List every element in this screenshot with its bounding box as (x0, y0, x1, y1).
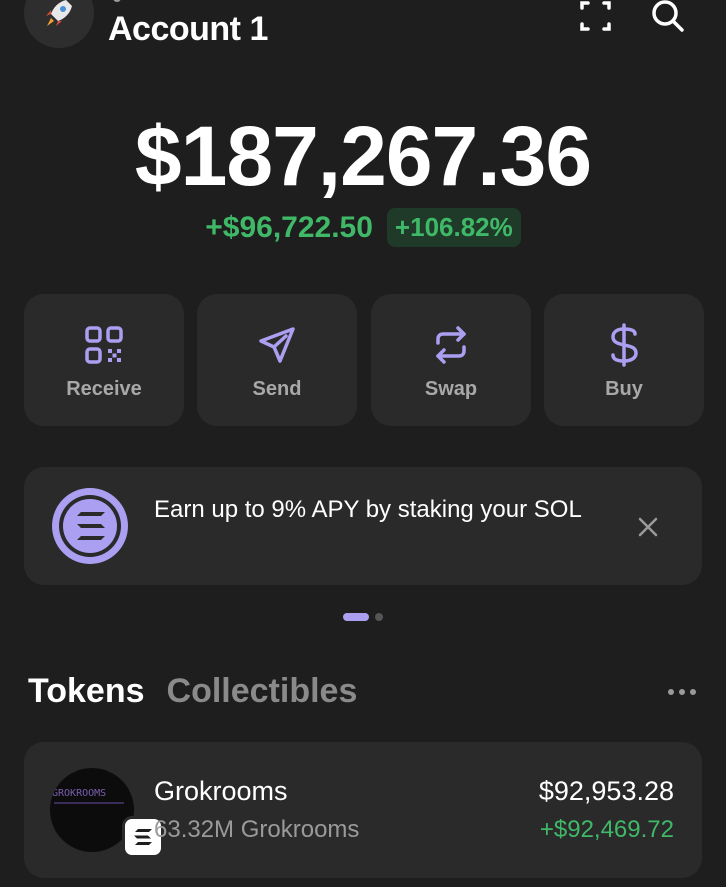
receive-label: Receive (66, 378, 142, 400)
tab-collectibles[interactable]: Collectibles (167, 672, 358, 711)
header: Account 1 (0, 0, 726, 70)
balance-change-percent-badge: +106.82% (386, 208, 521, 247)
carousel-pagination[interactable] (343, 613, 383, 621)
staking-promo-card[interactable]: Earn up to 9% APY by staking your SOL (24, 467, 702, 585)
token-name: Grokrooms (154, 776, 288, 806)
account-avatar[interactable] (24, 0, 94, 48)
swap-icon (428, 322, 474, 368)
action-buttons: Receive Send Swap Buy (24, 294, 704, 426)
tab-tokens[interactable]: Tokens (28, 672, 145, 711)
swap-label: Swap (424, 378, 478, 400)
balance-change-row: +$96,722.50 +106.82% (0, 208, 726, 247)
buy-label: Buy (605, 378, 643, 400)
token-row[interactable]: GROKROOMS Grokrooms 63.32M Grokrooms $92… (24, 742, 702, 878)
send-label: Send (252, 378, 302, 400)
buy-button[interactable]: Buy (544, 294, 704, 426)
solana-icon (50, 486, 130, 566)
close-icon[interactable] (632, 511, 664, 543)
carousel-dot[interactable] (375, 613, 383, 621)
more-dot-icon (690, 689, 696, 695)
send-icon (254, 322, 300, 368)
more-options-button[interactable] (662, 678, 702, 706)
promo-text: Earn up to 9% APY by staking your SOL (154, 496, 582, 523)
scan-icon[interactable] (574, 0, 618, 38)
dollar-icon (601, 322, 647, 368)
receive-button[interactable]: Receive (24, 294, 184, 426)
token-change: +$92,469.72 (539, 816, 674, 843)
asset-tabs: Tokens Collectibles (28, 672, 357, 711)
account-status-dot (113, 0, 121, 2)
search-icon[interactable] (646, 0, 690, 38)
total-balance: $187,267.36 (134, 109, 592, 203)
swap-button[interactable]: Swap (371, 294, 531, 426)
more-dot-icon (668, 689, 674, 695)
qr-code-icon (81, 322, 127, 368)
rocket-icon (46, 0, 72, 26)
token-logo-text: GROKROOMS (52, 788, 107, 799)
token-amount: 63.32M Grokrooms (154, 816, 360, 843)
send-button[interactable]: Send (197, 294, 357, 426)
token-value: $92,953.28 (538, 776, 674, 806)
token-logo-decoration (54, 802, 124, 804)
account-name[interactable]: Account 1 (108, 10, 268, 49)
balance-change-amount: +$96,722.50 (205, 210, 373, 244)
more-dot-icon (679, 689, 685, 695)
carousel-dot-active[interactable] (343, 613, 369, 621)
